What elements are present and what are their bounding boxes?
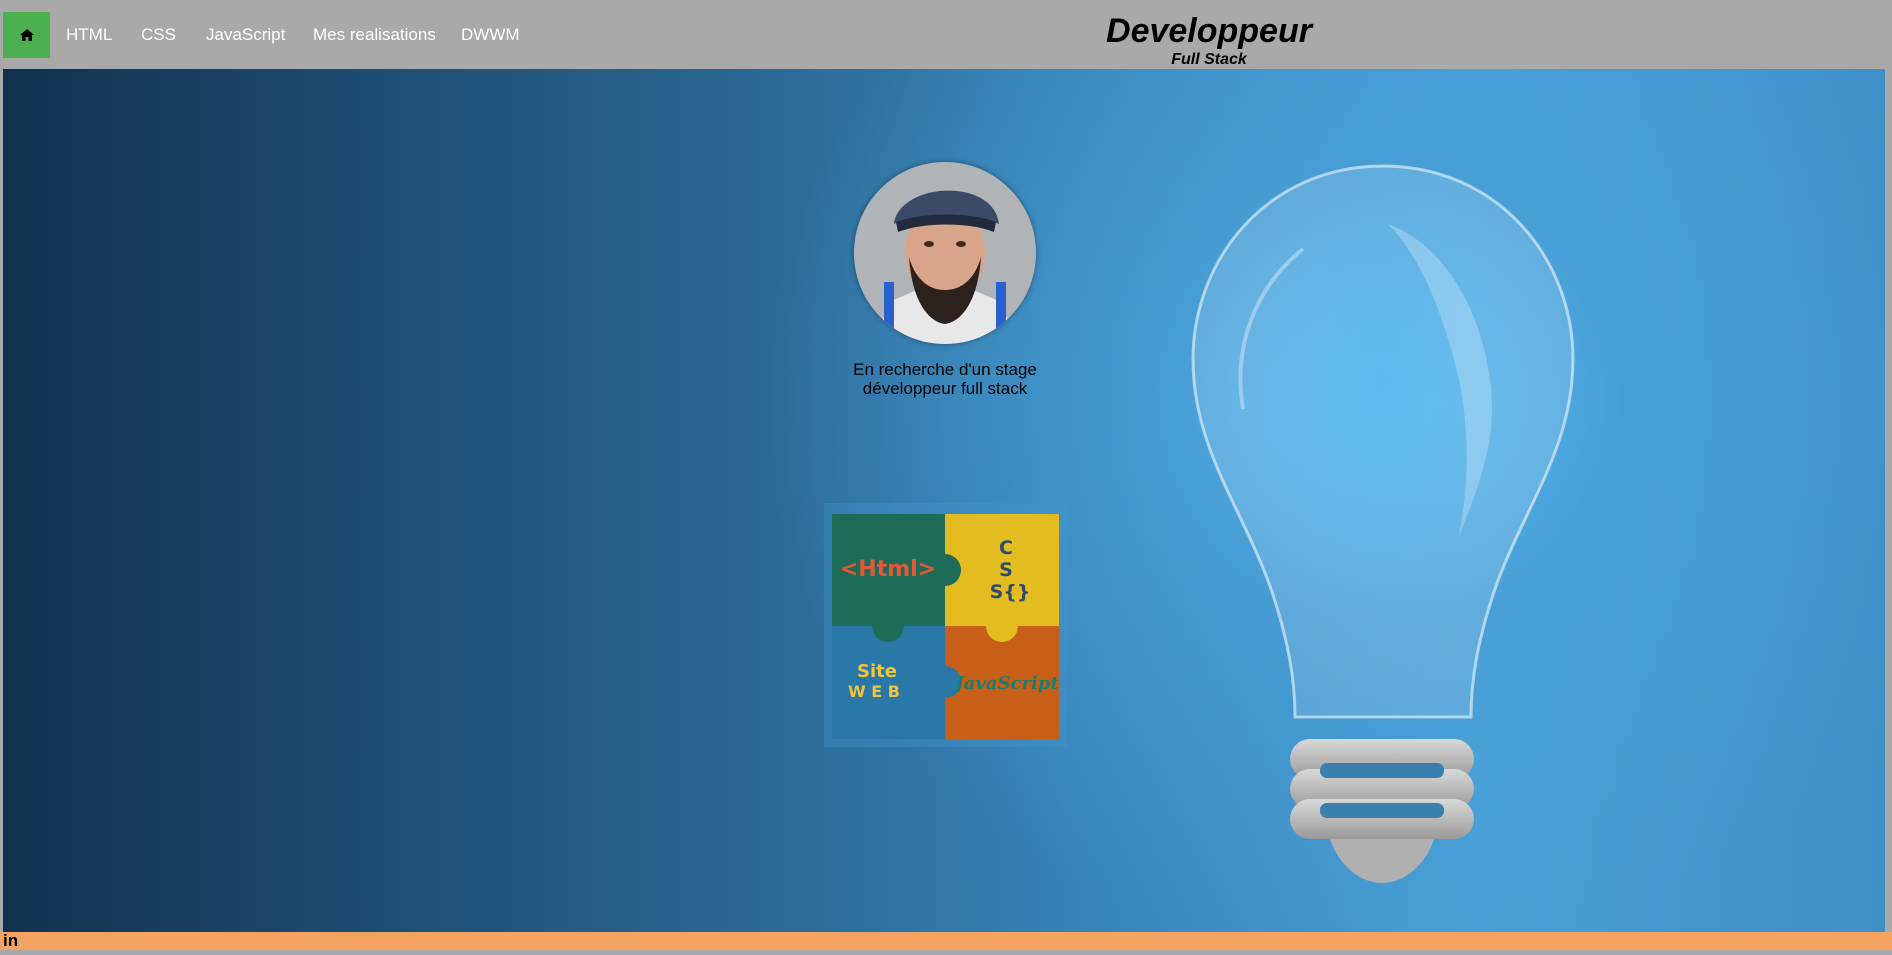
- tagline-line-1: En recherche d'un stage: [853, 360, 1037, 379]
- nav-link-dwwm[interactable]: DWWM: [461, 25, 520, 45]
- puzzle-javascript-label: JavaScript: [952, 673, 1059, 694]
- puzzle-css-label-3: S{}: [990, 581, 1031, 603]
- nav-link-html[interactable]: HTML: [66, 25, 112, 45]
- home-icon: [19, 29, 34, 41]
- puzzle-html-label: <Html>: [840, 557, 936, 582]
- home-button[interactable]: [3, 12, 50, 58]
- brand-title: Developpeur: [1106, 12, 1312, 50]
- tagline-line-2: développeur full stack: [862, 379, 1028, 398]
- nav-link-css[interactable]: CSS: [141, 25, 176, 45]
- puzzle-web-label: W E B: [848, 682, 900, 701]
- brand-subtitle: Full Stack: [1171, 51, 1247, 68]
- footer: in: [0, 932, 1892, 950]
- nav-link-mes-realisations[interactable]: Mes realisations: [313, 25, 436, 45]
- puzzle-css-label-1: C: [999, 537, 1013, 559]
- linkedin-link[interactable]: in: [3, 932, 18, 950]
- hero-section: En recherche d'un stage développeur full…: [3, 69, 1885, 932]
- puzzle-logo: <Html> C S S{} Site W E B JavaScript: [832, 514, 1059, 739]
- puzzle-css-label-2: S: [999, 559, 1013, 581]
- page: HTML CSS JavaScript Mes realisations DWW…: [0, 0, 1892, 955]
- profile-avatar: [854, 162, 1036, 344]
- nav-link-javascript[interactable]: JavaScript: [206, 25, 285, 45]
- top-navbar: HTML CSS JavaScript Mes realisations DWW…: [0, 0, 1892, 69]
- puzzle-site-label: Site: [857, 661, 897, 682]
- tagline: En recherche d'un stage développeur full…: [793, 360, 1097, 398]
